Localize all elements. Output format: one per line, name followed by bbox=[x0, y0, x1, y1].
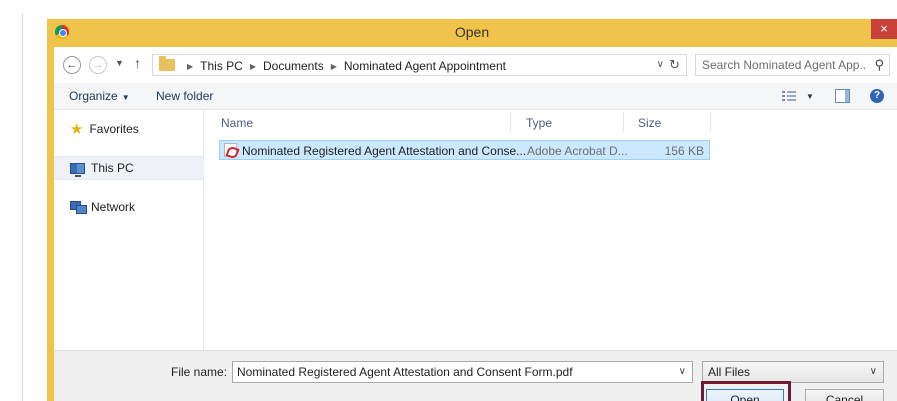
file-name-combobox[interactable]: ∨ bbox=[232, 361, 693, 383]
file-type-value: All Files bbox=[708, 365, 751, 379]
address-row: ← → ▼ ↑ ▶ This PC ▶ Documents ▶ Nominate… bbox=[54, 47, 897, 83]
arrow-right-icon: → bbox=[92, 59, 104, 71]
organize-button[interactable]: Organize ▼ bbox=[69, 89, 130, 103]
organize-label: Organize bbox=[69, 89, 118, 103]
pdf-file-icon bbox=[224, 143, 237, 157]
cancel-button[interactable]: Cancel bbox=[805, 389, 884, 401]
dialog-title: Open bbox=[454, 24, 490, 40]
file-size-cell: 156 KB bbox=[664, 144, 704, 158]
chevron-down-icon: ▼ bbox=[121, 93, 130, 102]
file-name-cell: Nominated Registered Agent Attestation a… bbox=[242, 144, 527, 158]
forward-button[interactable]: → bbox=[89, 56, 107, 74]
breadcrumb: ▶ This PC ▶ Documents ▶ Nominated Agent … bbox=[180, 59, 506, 73]
file-row[interactable]: Nominated Registered Agent Attestation a… bbox=[219, 140, 710, 160]
file-name-label: File name: bbox=[171, 365, 228, 379]
computer-icon bbox=[70, 162, 85, 177]
nav-item-favorites[interactable]: ★ Favorites bbox=[70, 120, 139, 138]
column-divider[interactable] bbox=[510, 112, 511, 132]
nav-item-label: This PC bbox=[91, 161, 134, 175]
view-options-chevron-down-icon[interactable]: ▼ bbox=[806, 92, 814, 101]
preview-pane-icon[interactable] bbox=[835, 89, 850, 103]
search-box[interactable]: ⚲ bbox=[695, 54, 890, 76]
column-headers: Name Type Size bbox=[205, 110, 897, 134]
close-button[interactable]: × bbox=[871, 19, 897, 39]
chevron-down-icon: ∨ bbox=[869, 366, 877, 377]
dialog-footer: File name: ∨ All Files ∨ Open Cancel bbox=[54, 350, 897, 401]
folder-icon bbox=[159, 56, 175, 71]
nav-item-label: Favorites bbox=[89, 122, 139, 136]
arrow-up-icon: ↑ bbox=[134, 55, 141, 71]
column-header-name[interactable]: Name bbox=[221, 116, 253, 130]
command-toolbar: Organize ▼ New folder ▼ ? bbox=[54, 83, 897, 110]
open-dialog: Open × ← → ▼ ↑ ▶ This PC ▶ Documents ▶ N… bbox=[47, 19, 897, 401]
breadcrumb-this-pc[interactable]: This PC bbox=[200, 59, 243, 73]
nav-item-label: Network bbox=[91, 200, 136, 214]
search-icon[interactable]: ⚲ bbox=[874, 57, 884, 73]
file-type-cell: Adobe Acrobat D... bbox=[527, 144, 628, 158]
column-divider[interactable] bbox=[623, 112, 624, 132]
breadcrumb-current-folder[interactable]: Nominated Agent Appointment bbox=[344, 59, 506, 73]
recent-locations-dropdown[interactable]: ▼ bbox=[115, 58, 124, 68]
address-dropdown-chevron-icon[interactable]: ∨ bbox=[657, 59, 664, 70]
title-bar[interactable]: Open × bbox=[47, 19, 897, 47]
file-type-select[interactable]: All Files ∨ bbox=[702, 361, 884, 383]
chevron-down-icon[interactable]: ∨ bbox=[679, 366, 686, 377]
up-button[interactable]: ↑ bbox=[134, 55, 141, 71]
breadcrumb-separator-icon: ▶ bbox=[187, 61, 194, 71]
chevron-down-icon: ▼ bbox=[115, 58, 124, 68]
column-header-type[interactable]: Type bbox=[526, 116, 552, 130]
view-options-icon[interactable] bbox=[782, 91, 796, 101]
column-header-size[interactable]: Size bbox=[638, 116, 661, 130]
dialog-body: ← → ▼ ↑ ▶ This PC ▶ Documents ▶ Nominate… bbox=[54, 47, 897, 401]
nav-item-this-pc[interactable]: This PC bbox=[70, 159, 134, 177]
arrow-left-icon: ← bbox=[66, 59, 78, 71]
breadcrumb-separator-icon: ▶ bbox=[330, 61, 337, 71]
breadcrumb-separator-icon: ▶ bbox=[249, 61, 256, 71]
navigation-pane: ★ Favorites This PC Network bbox=[54, 110, 204, 350]
column-divider[interactable] bbox=[710, 112, 711, 132]
search-input[interactable] bbox=[702, 58, 867, 72]
nav-item-network[interactable]: Network bbox=[70, 198, 135, 216]
file-name-input[interactable] bbox=[237, 365, 667, 379]
help-icon[interactable]: ? bbox=[870, 89, 884, 103]
network-icon bbox=[70, 201, 87, 214]
back-button[interactable]: ← bbox=[63, 56, 81, 74]
refresh-icon[interactable]: ↻ bbox=[669, 57, 680, 73]
new-folder-button[interactable]: New folder bbox=[156, 89, 213, 103]
star-icon: ★ bbox=[70, 121, 84, 138]
file-list: Name Type Size Nominated Registered Agen… bbox=[205, 110, 897, 350]
breadcrumb-documents[interactable]: Documents bbox=[263, 59, 324, 73]
address-bar[interactable]: ▶ This PC ▶ Documents ▶ Nominated Agent … bbox=[152, 54, 687, 76]
open-button[interactable]: Open bbox=[706, 389, 784, 401]
